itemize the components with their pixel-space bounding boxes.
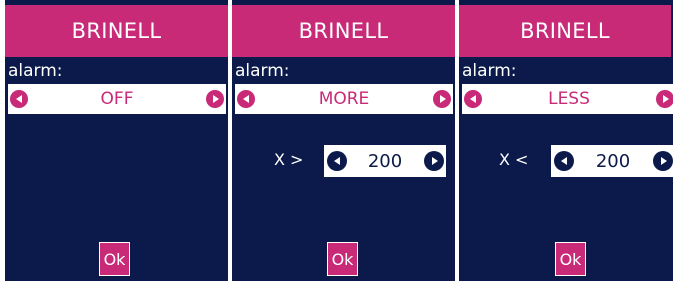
screen-alarm-off: BRINELL alarm: OFF Ok <box>5 0 228 281</box>
screen-alarm-less: BRINELL alarm: LESS X < 200 Ok <box>459 0 673 281</box>
ok-button[interactable]: Ok <box>327 242 358 276</box>
threshold-value: 200 <box>595 150 631 172</box>
chevron-left-circle-icon[interactable] <box>327 151 347 171</box>
threshold-label: X > <box>274 150 304 169</box>
chevron-right-circle-icon[interactable] <box>433 90 451 108</box>
alarm-value: MORE <box>318 89 370 109</box>
ok-button[interactable]: Ok <box>99 242 130 276</box>
threshold-value: 200 <box>367 150 403 172</box>
chevron-left-circle-icon[interactable] <box>464 90 482 108</box>
chevron-right-circle-icon[interactable] <box>653 151 673 171</box>
alarm-label: alarm: <box>8 61 63 81</box>
screen-alarm-more: BRINELL alarm: MORE X > 200 Ok <box>232 0 455 281</box>
alarm-selector: MORE <box>235 84 453 114</box>
page-title: BRINELL <box>232 5 455 57</box>
alarm-value: OFF <box>100 89 134 109</box>
chevron-left-circle-icon[interactable] <box>10 90 28 108</box>
ok-button[interactable]: Ok <box>555 242 586 276</box>
chevron-left-circle-icon[interactable] <box>554 151 574 171</box>
chevron-right-circle-icon[interactable] <box>206 90 224 108</box>
page-title: BRINELL <box>5 5 228 57</box>
threshold-label: X < <box>499 150 529 169</box>
chevron-right-circle-icon[interactable] <box>424 151 444 171</box>
alarm-selector: LESS <box>462 84 673 114</box>
alarm-label: alarm: <box>235 61 290 81</box>
alarm-selector: OFF <box>8 84 226 114</box>
alarm-label: alarm: <box>462 61 517 81</box>
alarm-value: LESS <box>548 89 590 109</box>
chevron-left-circle-icon[interactable] <box>237 90 255 108</box>
page-title: BRINELL <box>459 5 671 57</box>
threshold-selector: 200 <box>551 145 673 177</box>
threshold-selector: 200 <box>324 145 446 177</box>
chevron-right-circle-icon[interactable] <box>656 90 673 108</box>
